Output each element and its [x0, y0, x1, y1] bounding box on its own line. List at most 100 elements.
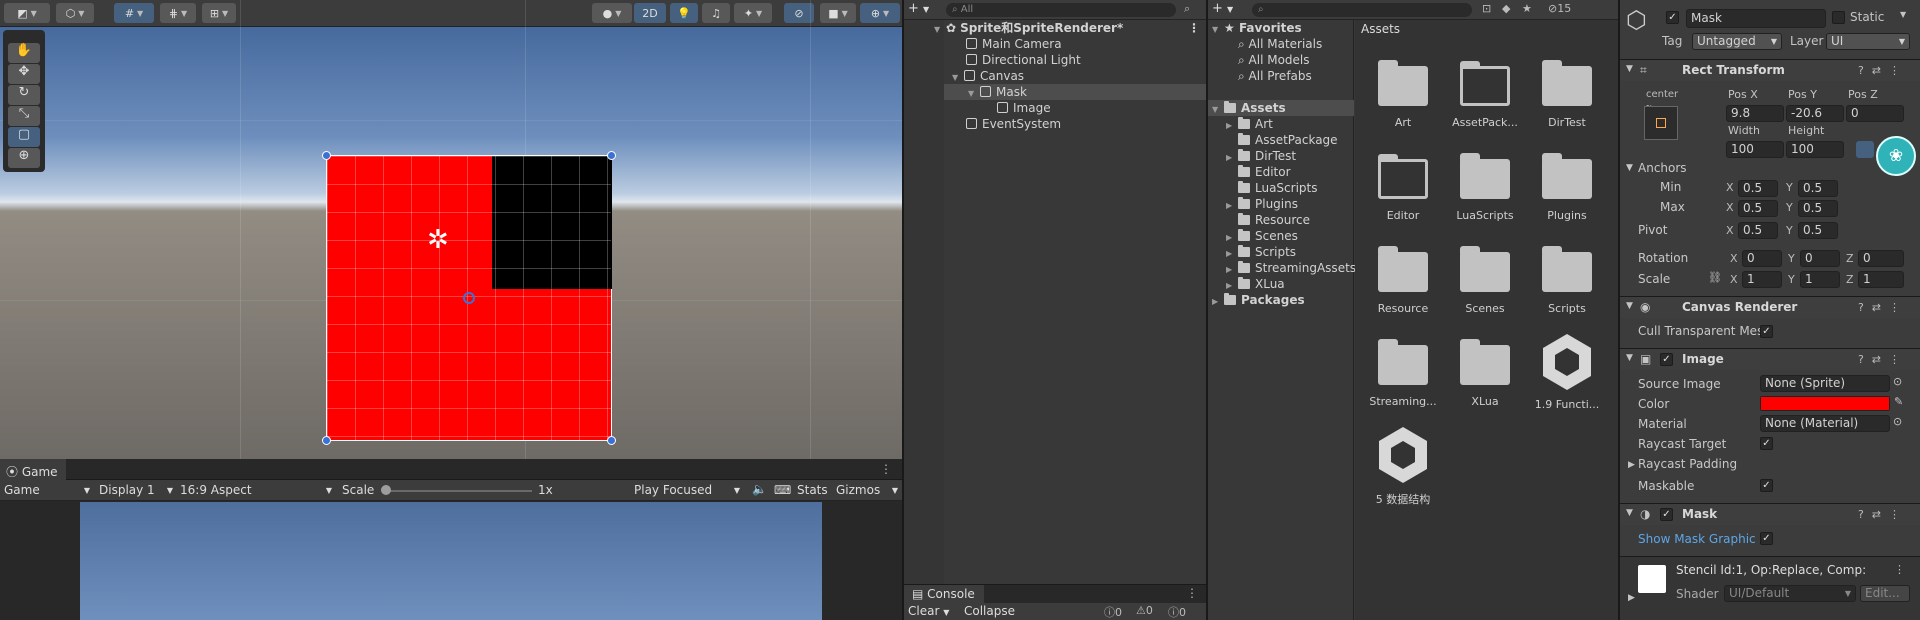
aspect-dropdown[interactable]: 16:9 Aspect ▼ — [180, 483, 332, 497]
expand-arrow-icon[interactable]: ▶ — [1628, 460, 1635, 470]
favorite-item[interactable]: ⌕ All Materials — [1238, 36, 1322, 52]
stats-button[interactable]: Stats — [797, 483, 828, 497]
mask-component-header[interactable]: ▼ ◑ ✓ Mask ?⇄⋮ — [1620, 503, 1920, 525]
corner-handle[interactable] — [607, 151, 616, 160]
asset-tile[interactable]: Scenes — [1445, 246, 1525, 315]
favorites-row[interactable]: ▼ ★ Favorites — [1212, 20, 1302, 36]
rotate-tool-icon[interactable]: ↻ — [8, 85, 40, 105]
show-mask-graphic-checkbox[interactable]: ✓ — [1760, 532, 1773, 545]
cull-transparent-checkbox[interactable]: ✓ — [1760, 325, 1773, 338]
hidden-packages-toggle[interactable]: ⊘15 — [1548, 2, 1571, 15]
asset-tile[interactable]: Plugins — [1527, 153, 1607, 222]
play-mode-dropdown[interactable]: Play Focused ▼ — [634, 483, 740, 497]
edit-shader-button[interactable]: Edit... — [1860, 585, 1910, 602]
audio-mute-icon[interactable]: 🔈 — [752, 482, 767, 496]
lighting-icon[interactable]: 💡 — [670, 3, 698, 23]
search-by-label-icon[interactable]: ◆ — [1502, 2, 1510, 15]
hierarchy-item-directional-light[interactable]: Directional Light — [966, 52, 1081, 68]
mask-enabled-checkbox[interactable]: ✓ — [1660, 508, 1673, 521]
warning-count-toggle[interactable]: ⚠0 — [1136, 604, 1153, 617]
width-field[interactable]: 100 — [1726, 141, 1784, 158]
hierarchy-item-image[interactable]: Image — [997, 100, 1051, 116]
asset-tile[interactable]: Art — [1363, 60, 1443, 129]
favorite-item[interactable]: ⌕ All Prefabs — [1238, 68, 1312, 84]
expand-arrow-icon[interactable]: ▶ — [1212, 294, 1224, 310]
effects-icon[interactable]: ✦ ▼ — [734, 3, 772, 23]
asset-tile[interactable]: Resource — [1363, 246, 1443, 315]
raycast-target-checkbox[interactable]: ✓ — [1760, 437, 1773, 450]
tree-folder[interactable]: ▶ Art — [1226, 116, 1273, 132]
display-dropdown[interactable]: Display 1 ▼ — [99, 483, 173, 497]
pivot-handle[interactable] — [463, 292, 475, 304]
search-options-icon[interactable]: ⌕ — [1184, 2, 1190, 16]
collapse-arrow-icon[interactable]: ▼ — [1626, 301, 1633, 311]
source-image-field[interactable]: None (Sprite) — [1760, 375, 1890, 392]
tree-folder[interactable]: ▶ Scenes — [1226, 228, 1298, 244]
asset-tile[interactable]: DirTest — [1527, 60, 1607, 129]
move-tool-icon[interactable]: ✥ — [8, 64, 40, 84]
expand-arrow-icon[interactable]: ▼ — [1212, 102, 1224, 118]
anchor-max-y-field[interactable]: 0.5 — [1798, 200, 1838, 217]
hierarchy-item-eventsystem[interactable]: EventSystem — [966, 116, 1061, 132]
tree-folder[interactable]: ▶ XLua — [1226, 276, 1285, 292]
collapse-arrow-icon[interactable]: ▼ — [934, 22, 946, 38]
image-component-header[interactable]: ▼ ▣ ✓ Image ?⇄⋮ — [1620, 348, 1920, 370]
object-picker-icon[interactable]: ⊙ — [1893, 375, 1902, 388]
tab-game[interactable]: ⦿ Game — [0, 459, 66, 480]
scale-y-field[interactable]: 1 — [1800, 271, 1840, 288]
collapse-arrow-icon[interactable]: ▼ — [1626, 508, 1633, 518]
color-swatch[interactable] — [1760, 396, 1890, 411]
packages-root-row[interactable]: ▶ Packages — [1212, 292, 1305, 308]
project-search-input[interactable]: ⌕ — [1252, 3, 1472, 17]
tree-folder[interactable]: LuaScripts — [1238, 180, 1318, 196]
scale-slider-thumb[interactable] — [381, 485, 391, 495]
tree-folder[interactable]: AssetPackage — [1238, 132, 1338, 148]
assets-root-row[interactable]: ▼ Assets — [1212, 100, 1286, 116]
component-menu-icons[interactable]: ?⇄⋮ — [1858, 508, 1908, 521]
component-menu-icons[interactable]: ?⇄⋮ — [1858, 353, 1908, 366]
material-menu-icon[interactable]: ⋮ — [1894, 563, 1905, 576]
anchor-preset-button[interactable] — [1644, 106, 1678, 140]
object-name-input[interactable]: Mask — [1686, 9, 1826, 28]
hierarchy-item-mask[interactable]: ▼ Mask — [968, 84, 1027, 100]
more-options-icon[interactable]: ⋮ — [880, 462, 892, 476]
audio-icon[interactable]: ♫ — [702, 3, 730, 23]
search-by-type-icon[interactable]: ⊡ — [1482, 2, 1491, 15]
toggle-2d-button[interactable]: 2D — [634, 3, 666, 23]
static-checkbox[interactable] — [1832, 11, 1845, 24]
expand-arrow-icon[interactable]: ▶ — [1226, 150, 1238, 166]
asset-tile[interactable]: XLua — [1445, 339, 1525, 408]
scale-x-field[interactable]: 1 — [1742, 271, 1782, 288]
tree-folder[interactable]: ▶ Plugins — [1226, 196, 1298, 212]
tree-folder[interactable]: ▶ StreamingAssets — [1226, 260, 1356, 276]
console-menu-icon[interactable]: ⋮ — [1186, 586, 1198, 600]
info-count-toggle[interactable]: ⓘ0 — [1104, 604, 1122, 620]
scale-tool-icon[interactable]: ⤡ — [8, 106, 40, 126]
hand-tool-icon[interactable]: ✋ — [8, 43, 40, 63]
component-menu-icons[interactable]: ?⇄⋮ — [1858, 301, 1908, 314]
display-mode-dropdown[interactable]: Game ▼ — [4, 483, 90, 497]
expand-arrow-icon[interactable]: ▼ — [1212, 22, 1224, 38]
transform-tool-icon[interactable]: ⊕ — [8, 148, 40, 168]
asset-tile[interactable]: Editor — [1363, 154, 1443, 222]
scale-z-field[interactable]: 1 — [1858, 271, 1904, 288]
blueprint-mode-button[interactable] — [1856, 141, 1874, 158]
tab-console[interactable]: ▤ Console — [904, 585, 984, 603]
tag-dropdown[interactable]: Untagged ▼ — [1692, 33, 1782, 50]
overlay-helper-badge[interactable]: ❀ — [1876, 136, 1916, 176]
component-menu-icons[interactable]: ?⇄⋮ — [1858, 64, 1908, 77]
hierarchy-item-canvas[interactable]: ▼ Canvas — [952, 68, 1024, 84]
material-field[interactable]: None (Material) — [1760, 415, 1890, 432]
render-mode-button[interactable]: ● ▼ — [592, 3, 632, 23]
light-gizmo-icon[interactable]: ✲ — [427, 225, 449, 255]
corner-handle[interactable] — [322, 436, 331, 445]
layer-dropdown[interactable]: UI ▼ — [1826, 33, 1910, 50]
clear-button[interactable]: Clear ▼ — [908, 604, 949, 618]
asset-tile[interactable]: Scripts — [1527, 246, 1607, 315]
pos-x-field[interactable]: 9.8 — [1726, 105, 1784, 122]
rotation-z-field[interactable]: 0 — [1858, 250, 1904, 267]
camera-icon[interactable]: ■ ▼ — [820, 3, 856, 23]
link-scale-icon[interactable]: ⛓ — [1708, 271, 1722, 284]
favorite-item[interactable]: ⌕ All Models — [1238, 52, 1310, 68]
grid-plane-button[interactable]: ⊞ ▼ — [202, 3, 236, 23]
